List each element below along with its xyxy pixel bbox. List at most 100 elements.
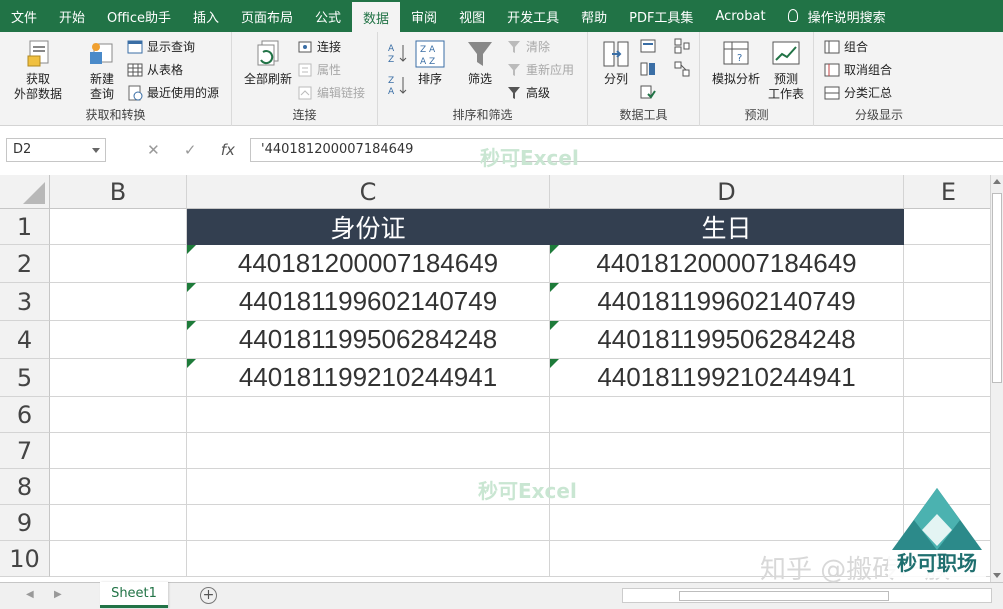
- sort-button[interactable]: Z A A Z 排序: [414, 38, 446, 87]
- cell-d6[interactable]: [550, 397, 904, 433]
- cell-b3[interactable]: [50, 283, 187, 321]
- cell-c2[interactable]: 440181200007184649: [187, 245, 550, 283]
- cell-d8[interactable]: [550, 469, 904, 505]
- cell-e7[interactable]: [904, 433, 990, 469]
- name-box[interactable]: D2: [6, 138, 106, 162]
- cell-b4[interactable]: [50, 321, 187, 359]
- tab-review[interactable]: 审阅: [400, 0, 448, 32]
- cell-d2[interactable]: 440181200007184649: [550, 245, 904, 283]
- tab-developer[interactable]: 开发工具: [496, 0, 570, 32]
- cell-c10[interactable]: [187, 541, 550, 577]
- tell-me-search[interactable]: 操作说明搜索: [777, 0, 897, 32]
- select-all-corner[interactable]: [0, 175, 50, 209]
- refresh-all-button[interactable]: 全部刷新: [242, 38, 294, 87]
- from-table-button[interactable]: 从表格: [127, 61, 183, 78]
- row-header-5[interactable]: 5: [0, 359, 50, 397]
- row-header-6[interactable]: 6: [0, 397, 50, 433]
- cell-c3[interactable]: 440181199602140749: [187, 283, 550, 321]
- ungroup-button[interactable]: 取消组合: [824, 61, 892, 78]
- row-header-10[interactable]: 10: [0, 541, 50, 577]
- cell-d3[interactable]: 440181199602140749: [550, 283, 904, 321]
- group-button[interactable]: 组合: [824, 38, 868, 55]
- sort-ascending-icon[interactable]: AZ: [388, 42, 408, 64]
- column-header-d[interactable]: D: [550, 175, 904, 209]
- new-query-button[interactable]: 新建 查询: [80, 38, 124, 102]
- cell-c8[interactable]: [187, 469, 550, 505]
- cell-c5[interactable]: 440181199210244941: [187, 359, 550, 397]
- clear-button[interactable]: 清除: [506, 38, 550, 55]
- cell-b9[interactable]: [50, 505, 187, 541]
- cell-b1[interactable]: [50, 209, 187, 245]
- edit-links-button[interactable]: 编辑链接: [297, 84, 365, 101]
- column-header-b[interactable]: B: [50, 175, 187, 209]
- cell-c4[interactable]: 440181199506284248: [187, 321, 550, 359]
- horizontal-scrollbar[interactable]: [622, 588, 992, 603]
- cell-b10[interactable]: [50, 541, 187, 577]
- scroll-down-icon[interactable]: [993, 573, 1001, 578]
- scroll-up-icon[interactable]: [993, 179, 1001, 184]
- cell-e5[interactable]: [904, 359, 990, 397]
- text-to-columns-button[interactable]: 分列: [598, 38, 634, 87]
- cell-d7[interactable]: [550, 433, 904, 469]
- consolidate-icon[interactable]: [674, 38, 690, 54]
- cell-c6[interactable]: [187, 397, 550, 433]
- add-sheet-icon[interactable]: +: [200, 587, 217, 604]
- flash-fill-icon[interactable]: [640, 38, 656, 54]
- cell-c7[interactable]: [187, 433, 550, 469]
- relationships-icon[interactable]: [674, 61, 690, 77]
- tab-office-assistant[interactable]: Office助手: [96, 0, 182, 32]
- cell-c9[interactable]: [187, 505, 550, 541]
- check-icon[interactable]: ✓: [184, 141, 197, 159]
- tab-help[interactable]: 帮助: [570, 0, 618, 32]
- tab-file[interactable]: 文件: [0, 0, 48, 32]
- cell-e4[interactable]: [904, 321, 990, 359]
- row-header-8[interactable]: 8: [0, 469, 50, 505]
- row-header-4[interactable]: 4: [0, 321, 50, 359]
- row-header-2[interactable]: 2: [0, 245, 50, 283]
- cell-d4[interactable]: 440181199506284248: [550, 321, 904, 359]
- forecast-sheet-button[interactable]: 预测 工作表: [764, 38, 808, 102]
- what-if-analysis-button[interactable]: ? 模拟分析: [706, 38, 766, 87]
- formula-input[interactable]: '440181200007184649: [250, 138, 1003, 162]
- insert-function-button[interactable]: fx: [221, 141, 235, 159]
- row-header-1[interactable]: 1: [0, 209, 50, 245]
- sort-descending-icon[interactable]: ZA: [388, 74, 408, 96]
- show-queries-button[interactable]: 显示查询: [127, 38, 195, 55]
- cell-d9[interactable]: [550, 505, 904, 541]
- sheet-tab-sheet1[interactable]: Sheet1: [100, 582, 168, 608]
- cell-b6[interactable]: [50, 397, 187, 433]
- cell-c1-header[interactable]: 身份证: [187, 209, 550, 245]
- scroll-thumb[interactable]: [992, 193, 1002, 383]
- get-external-data-button[interactable]: 获取 外部数据: [6, 38, 70, 102]
- chevron-down-icon[interactable]: [92, 148, 100, 153]
- row-header-3[interactable]: 3: [0, 283, 50, 321]
- cell-b7[interactable]: [50, 433, 187, 469]
- tab-data[interactable]: 数据: [352, 2, 401, 32]
- tab-pdf-tools[interactable]: PDF工具集: [618, 0, 704, 32]
- recent-sources-button[interactable]: 最近使用的源: [127, 84, 219, 101]
- connections-button[interactable]: 连接: [297, 38, 341, 55]
- tab-acrobat[interactable]: Acrobat: [704, 0, 776, 32]
- cell-e2[interactable]: [904, 245, 990, 283]
- subtotal-button[interactable]: 分类汇总: [824, 84, 892, 101]
- tab-view[interactable]: 视图: [448, 0, 496, 32]
- cell-b2[interactable]: [50, 245, 187, 283]
- next-sheet-icon[interactable]: ▶: [54, 589, 62, 600]
- tab-home[interactable]: 开始: [48, 0, 96, 32]
- remove-duplicates-icon[interactable]: [640, 61, 656, 77]
- cell-e6[interactable]: [904, 397, 990, 433]
- data-validation-icon[interactable]: [640, 84, 656, 100]
- row-header-9[interactable]: 9: [0, 505, 50, 541]
- cell-e1[interactable]: [904, 209, 990, 245]
- tab-formulas[interactable]: 公式: [304, 0, 352, 32]
- cancel-icon[interactable]: ✕: [147, 141, 160, 159]
- prev-sheet-icon[interactable]: ◀: [26, 589, 34, 600]
- advanced-button[interactable]: 高级: [506, 84, 550, 101]
- properties-button[interactable]: 属性: [297, 61, 341, 78]
- tab-page-layout[interactable]: 页面布局: [230, 0, 304, 32]
- cell-b8[interactable]: [50, 469, 187, 505]
- filter-button[interactable]: 筛选: [462, 38, 498, 87]
- cell-d1-header[interactable]: 生日: [550, 209, 904, 245]
- cell-d5[interactable]: 440181199210244941: [550, 359, 904, 397]
- reapply-button[interactable]: 重新应用: [506, 61, 574, 78]
